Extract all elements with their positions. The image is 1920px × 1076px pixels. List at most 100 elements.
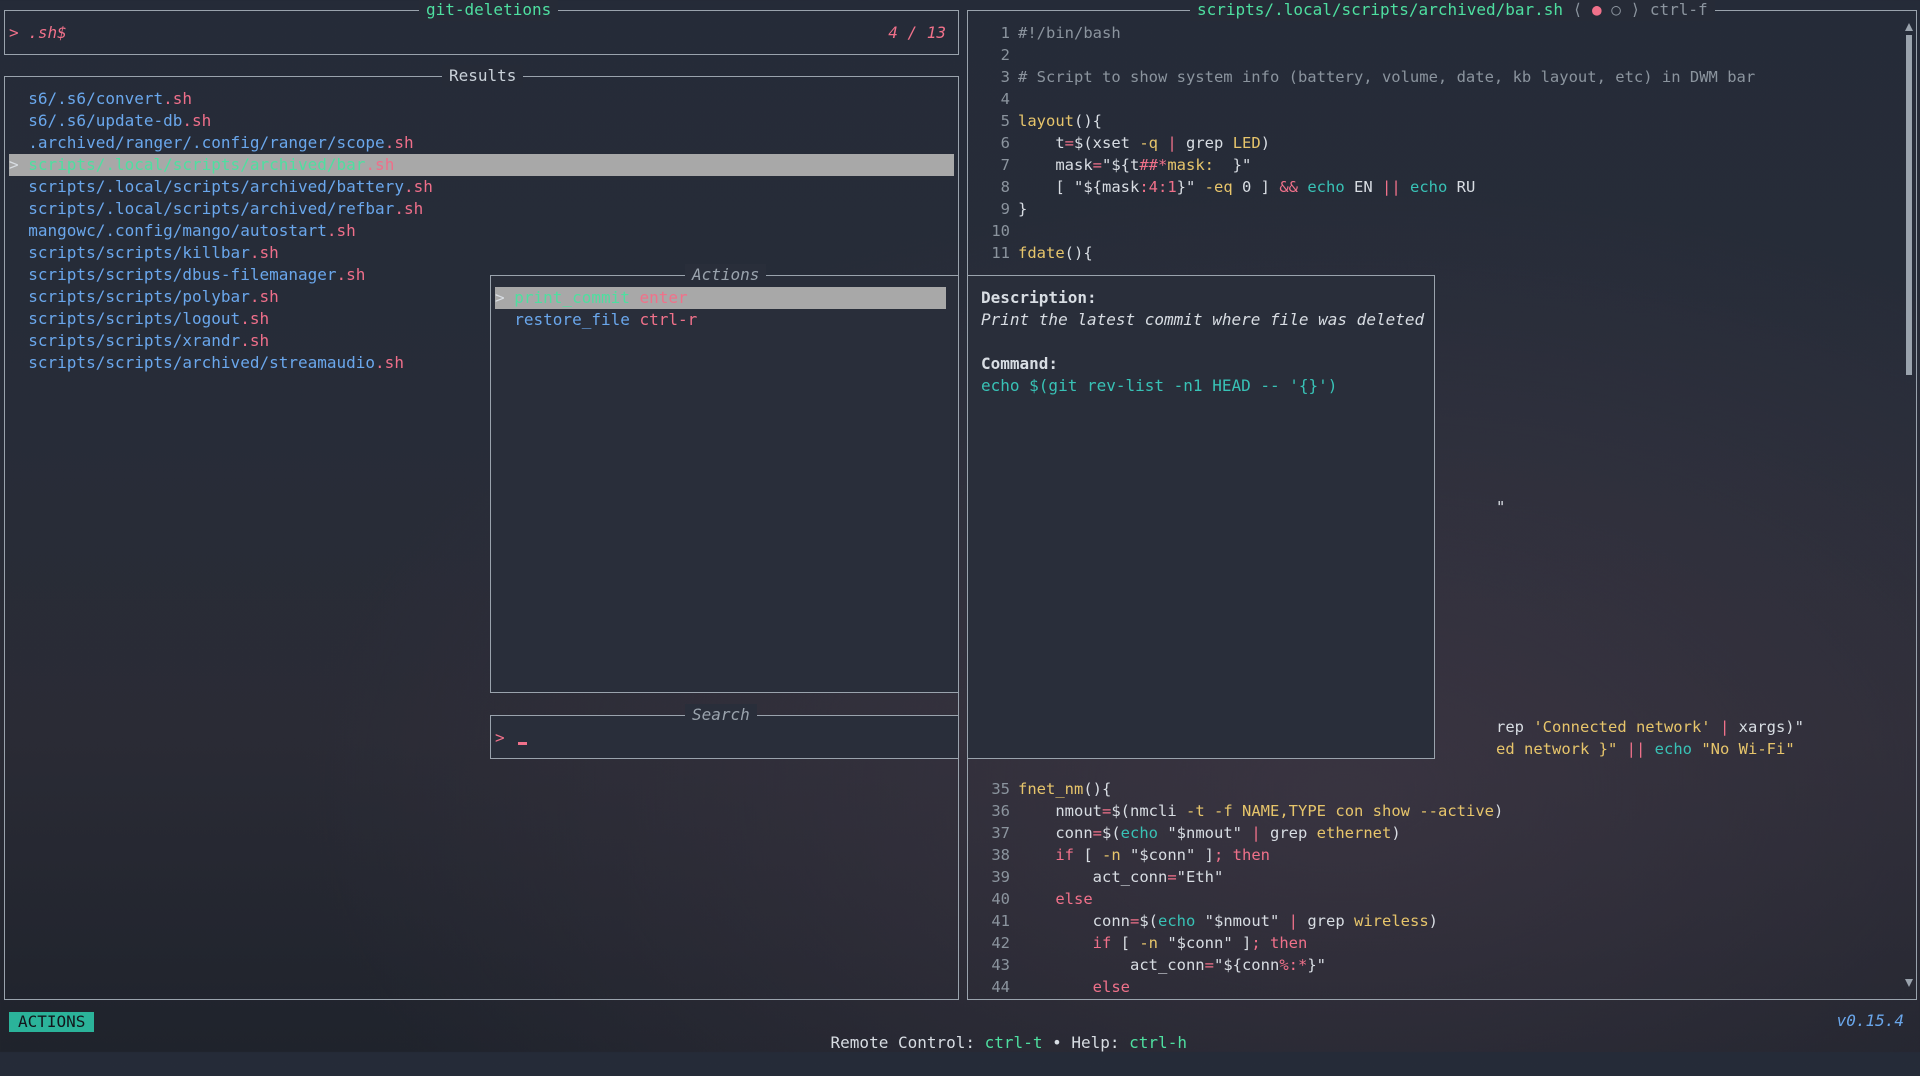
result-item[interactable]: > scripts/.local/scripts/archived/bar.sh <box>9 154 954 176</box>
code-line: 36 nmout=$(nmcli -t -f NAME,TYPE con sho… <box>991 802 1504 820</box>
selection-marker: > <box>495 288 515 307</box>
result-item[interactable]: scripts/.local/scripts/archived/refbar.s… <box>9 198 954 220</box>
action-key: ctrl-r <box>639 310 698 329</box>
selection-marker <box>9 353 28 372</box>
text-cursor <box>518 742 528 745</box>
command-text: echo $(git rev-list -n1 HEAD -- '{}') <box>981 376 1338 395</box>
result-path: scripts/scripts/dbus-filemanager <box>28 265 337 284</box>
action-item-print-commit[interactable]: > print_commit enter <box>495 287 946 309</box>
code-fragment-quote: " <box>1496 498 1506 516</box>
selection-marker <box>9 287 28 306</box>
preview-header: scripts/.local/scripts/archived/bar.sh ⟨… <box>1190 0 1715 21</box>
result-extension: .sh <box>365 155 395 174</box>
result-extension: .sh <box>375 353 404 372</box>
code-line: 41 conn=$(echo "$nmout" | grep wireless) <box>991 912 1438 930</box>
selection-marker <box>9 309 28 328</box>
search-panel: Search > <box>490 704 959 759</box>
code-fragment: ed network }" || echo "No Wi-Fi" <box>1440 716 1795 758</box>
search-title: Search <box>685 704 757 726</box>
action-key: enter <box>639 288 688 307</box>
result-path: mangowc/.config/mango/autostart <box>28 221 327 240</box>
code-line: 2 <box>1000 46 1010 64</box>
result-count: 4 / 13 <box>888 23 946 42</box>
result-item[interactable]: mangowc/.config/mango/autostart.sh <box>9 220 954 242</box>
description-label: Description: <box>981 288 1097 307</box>
help-key: ctrl-h <box>1129 1033 1187 1052</box>
result-path: scripts/scripts/archived/streamaudio <box>28 353 376 372</box>
code-line: 44 else <box>991 978 1130 996</box>
code-line: 35 fnet_nm(){ <box>991 780 1112 798</box>
selection-marker <box>9 199 28 218</box>
query-text: .sh$ <box>28 23 67 42</box>
scroll-up-icon[interactable] <box>1905 23 1913 31</box>
description-body: Description: Print the latest commit whe… <box>981 287 1426 397</box>
scroll-thumb[interactable] <box>1906 35 1912 375</box>
result-path: s6/.s6/convert <box>28 89 164 108</box>
actions-title: Actions <box>685 264 767 286</box>
result-path: scripts/scripts/killbar <box>28 243 250 262</box>
selection-marker: > <box>9 155 29 174</box>
search-prompt: > <box>495 728 505 747</box>
result-path: scripts/scripts/polybar <box>28 287 250 306</box>
result-item[interactable]: s6/.s6/update-db.sh <box>9 110 954 132</box>
preview-filename: scripts/.local/scripts/archived/bar.sh <box>1197 0 1564 19</box>
result-extension: .sh <box>240 309 270 328</box>
preview-shortcut: ctrl-f <box>1649 0 1708 19</box>
results-title: Results <box>442 65 524 87</box>
remote-key: ctrl-t <box>984 1033 1043 1052</box>
code-line: 38 if [ -n "$conn" ]; then <box>991 846 1270 864</box>
result-path: s6/.s6/update-db <box>28 111 183 130</box>
preview-nav-right[interactable]: ⟩ <box>1631 0 1641 19</box>
scroll-down-icon[interactable] <box>1905 979 1913 987</box>
code-line: 40 else <box>991 890 1093 908</box>
code-line: 9} <box>1000 200 1028 218</box>
result-path: scripts/.local/scripts/archived/refbar <box>28 199 395 218</box>
code-fragment-text: ed network }" <box>1496 740 1627 758</box>
code-line: 10 <box>991 222 1010 240</box>
selection-marker <box>9 177 28 196</box>
remote-label: Remote Control: <box>830 1033 985 1052</box>
result-item[interactable]: .archived/ranger/.config/ranger/scope.sh <box>9 132 954 154</box>
selection-marker <box>9 243 28 262</box>
result-path: .archived/ranger/.config/ranger/scope <box>28 133 385 152</box>
code-line: 7 mask="${t##*mask: }" <box>1000 156 1252 174</box>
query-panel: git-deletions > .sh$ 4 / 13 <box>4 0 959 55</box>
code-line: 8 [ "${mask:4:1}" -eq 0 ] && echo EN || … <box>1000 178 1476 196</box>
selection-marker <box>9 265 28 284</box>
result-item[interactable]: scripts/.local/scripts/archived/battery.… <box>9 176 954 198</box>
result-item[interactable]: scripts/scripts/killbar.sh <box>9 242 954 264</box>
code-line: 5 layout(){ <box>1000 112 1102 130</box>
action-name: print_commit <box>514 288 630 307</box>
status-bar: ACTIONS Remote Control: ctrl-t • Help: c… <box>0 1010 1920 1052</box>
code-line: 39 act_conn="Eth" <box>991 868 1224 886</box>
result-extension: .sh <box>326 221 356 240</box>
action-item-restore-file[interactable]: restore_file ctrl-r <box>495 309 946 331</box>
keybinding-hints: Remote Control: ctrl-t • Help: ctrl-h <box>792 1010 1187 1076</box>
selection-marker <box>495 310 514 329</box>
result-extension: .sh <box>249 243 279 262</box>
result-extension: .sh <box>394 199 424 218</box>
code-fragment-string: "No Wi-Fi" <box>1701 740 1795 758</box>
help-label: Help: <box>1071 1033 1130 1052</box>
code-line: 11 fdate(){ <box>991 244 1093 262</box>
preview-scrollbar[interactable] <box>1905 23 1913 987</box>
selection-marker <box>9 111 28 130</box>
action-name: restore_file <box>514 310 630 329</box>
code-line: 4 <box>1000 90 1010 108</box>
preview-nav-left[interactable]: ⟨ <box>1573 0 1583 19</box>
query-input[interactable]: > .sh$ <box>9 22 67 44</box>
search-input[interactable]: > <box>495 727 950 749</box>
result-extension: .sh <box>336 265 366 284</box>
selection-marker <box>9 133 28 152</box>
query-prompt: > <box>9 23 19 42</box>
actions-panel: Actions > print_commit enter restore_fil… <box>490 264 959 693</box>
code-line: 42 if [ -n "$conn" ]; then <box>991 934 1308 952</box>
description-panel: Description: Print the latest commit whe… <box>967 275 1435 759</box>
result-path: scripts/.local/scripts/archived/battery <box>28 177 404 196</box>
result-path: scripts/scripts/logout <box>28 309 241 328</box>
result-item[interactable]: s6/.s6/convert.sh <box>9 88 954 110</box>
code-line: 3 # Script to show system info (battery, … <box>1000 68 1756 86</box>
code-line: 6 t=$(xset -q | grep LED) <box>1000 134 1271 152</box>
result-extension: .sh <box>182 111 212 130</box>
version-label: v0.15.4 <box>1836 1011 1904 1030</box>
